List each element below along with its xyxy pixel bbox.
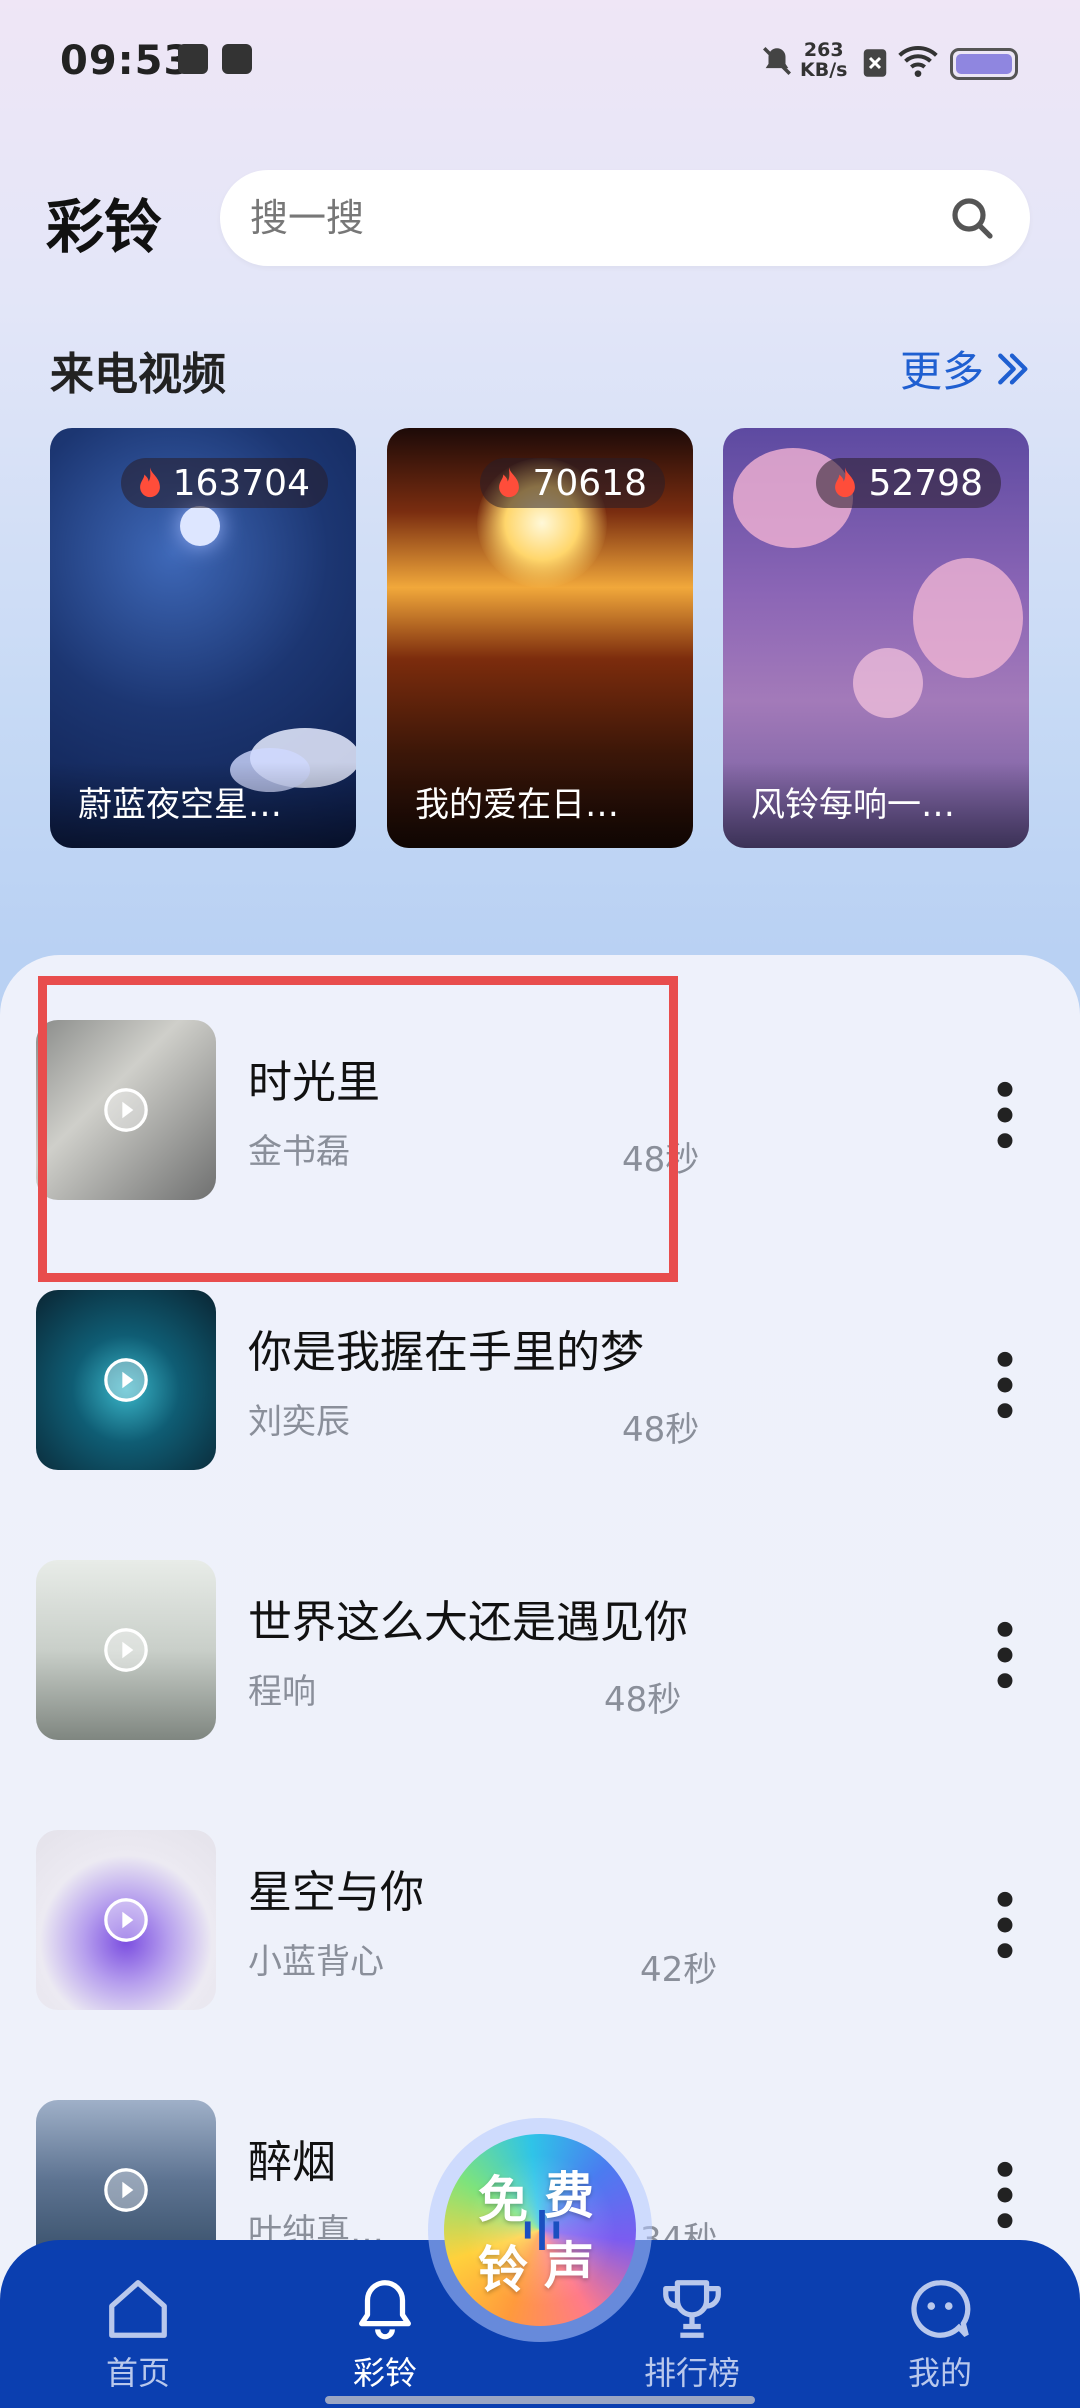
heat-count: 70618 — [532, 462, 647, 504]
song-title: 世界这么大还是遇见你 — [248, 1597, 688, 1648]
song-row[interactable]: 世界这么大还是遇见你 程响 48秒 — [0, 1560, 1080, 1760]
page-title: 彩铃 — [46, 193, 163, 261]
song-cover — [36, 1830, 216, 2010]
song-row[interactable]: 你是我握在手里的梦 刘奕辰 48秒 — [0, 1290, 1080, 1490]
fire-icon — [835, 467, 856, 498]
status-bar: 09:53 263 KB/s — [0, 0, 1080, 130]
profile-icon — [911, 2280, 971, 2338]
nav-label: 我的 — [907, 2354, 972, 2392]
play-icon[interactable] — [104, 1898, 148, 1942]
more-options-icon[interactable] — [990, 1620, 1020, 1690]
status-time: 09:53 — [60, 38, 193, 84]
video-title: 我的爱在日… — [415, 785, 619, 825]
fire-icon — [499, 467, 520, 498]
trophy-icon — [663, 2280, 721, 2338]
video-title: 蔚蓝夜空星… — [78, 785, 282, 825]
sim-disabled-icon — [863, 49, 887, 77]
battery-icon — [950, 48, 1018, 80]
home-icon — [109, 2280, 167, 2338]
play-icon[interactable] — [104, 2168, 148, 2212]
video-title: 风铃每响一… — [751, 785, 955, 825]
song-duration: 48秒 — [622, 1410, 700, 1450]
bell-icon — [359, 2280, 411, 2340]
song-artist: 程响 — [248, 1672, 316, 1712]
heat-badge: 163704 — [120, 458, 328, 508]
more-options-icon[interactable] — [990, 2160, 1020, 2230]
nav-label: 彩铃 — [352, 2354, 417, 2392]
nav-label: 首页 — [105, 2354, 170, 2392]
section-title-videos: 来电视频 — [50, 349, 226, 400]
song-row[interactable]: 星空与你 小蓝背心 42秒 — [0, 1830, 1080, 2030]
play-icon[interactable] — [104, 1358, 148, 1402]
heat-badge: 52798 — [816, 458, 1001, 508]
heat-badge: 70618 — [480, 458, 665, 508]
highlight-box — [38, 976, 678, 1282]
song-title: 醉烟 — [248, 2137, 336, 2188]
fab-char: 铃 — [478, 2241, 528, 2299]
video-card[interactable]: 52798 风铃每响一… — [723, 428, 1029, 848]
notification-app-icon — [178, 44, 208, 74]
nav-label: 排行榜 — [643, 2354, 740, 2392]
song-title: 星空与你 — [248, 1867, 424, 1918]
nav-item-home[interactable]: 首页 — [48, 2240, 228, 2408]
more-options-icon[interactable] — [990, 1080, 1020, 1150]
free-ringtone-button[interactable]: 免 费 铃 声 — [428, 2118, 652, 2342]
search-input[interactable] — [250, 188, 930, 248]
song-cover — [36, 1290, 216, 1470]
song-title: 你是我握在手里的梦 — [248, 1327, 644, 1378]
search-bar[interactable] — [220, 170, 1030, 266]
mute-bell-icon — [762, 46, 792, 76]
more-label: 更多 — [899, 347, 984, 396]
video-card[interactable]: 163704 蔚蓝夜空星… — [50, 428, 356, 848]
song-artist: 小蓝背心 — [248, 1942, 384, 1982]
double-chevron-right-icon — [998, 353, 1028, 384]
song-artist: 刘奕辰 — [248, 1402, 350, 1442]
song-cover — [36, 1560, 216, 1740]
song-duration: 42秒 — [640, 1950, 718, 1990]
play-icon[interactable] — [104, 1628, 148, 1672]
song-duration: 48秒 — [604, 1680, 682, 1720]
search-icon[interactable] — [948, 194, 996, 242]
fab-char: 免 — [478, 2171, 528, 2229]
nav-item-profile[interactable]: 我的 — [850, 2240, 1030, 2408]
wifi-icon — [898, 46, 938, 77]
notification-app-icon-2 — [222, 44, 252, 74]
heat-count: 52798 — [868, 462, 983, 504]
home-indicator[interactable] — [325, 2396, 755, 2404]
video-card[interactable]: 70618 我的爱在日… — [387, 428, 693, 848]
fire-icon — [139, 467, 160, 498]
more-options-icon[interactable] — [990, 1350, 1020, 1420]
sound-wave-icon — [524, 2210, 560, 2250]
more-options-icon[interactable] — [990, 1890, 1020, 1960]
more-videos-link[interactable]: 更多 — [900, 338, 1032, 399]
net-speed: 263 KB/s — [800, 39, 848, 81]
heat-count: 163704 — [172, 462, 310, 504]
